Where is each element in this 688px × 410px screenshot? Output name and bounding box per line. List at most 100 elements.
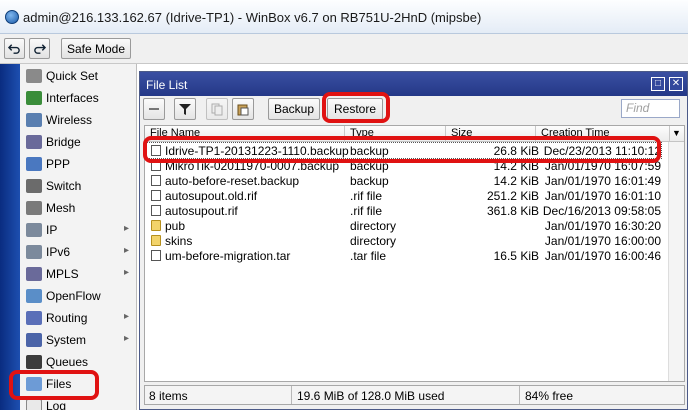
table-row[interactable]: Idrive-TP1-20131223-1110.backup backup 26.… <box>144 142 662 159</box>
backup-button[interactable]: Backup <box>268 98 320 120</box>
sidebar-item-label: Wireless <box>46 113 93 127</box>
sidebar-item-ppp[interactable]: PPP <box>20 153 137 175</box>
mpls-icon <box>26 267 42 281</box>
interfaces-icon <box>26 91 42 105</box>
status-usage: 19.6 MiB of 128.0 MiB used <box>297 389 445 403</box>
sidebar-item-label: Queues <box>46 355 89 369</box>
filter-icon <box>179 103 191 115</box>
status-bar: 8 items 19.6 MiB of 128.0 MiB used 84% f… <box>144 385 685 405</box>
folder-icon <box>151 220 161 231</box>
file-list-window: File List □ ✕ Backup Restore Find File N… <box>139 71 688 410</box>
undo-button[interactable] <box>4 38 25 59</box>
cell-name: Idrive-TP1-20131223-1110.backup <box>165 144 349 158</box>
winbox-app-icon <box>5 10 19 24</box>
log-icon <box>26 399 42 410</box>
cell-type: backup <box>350 159 389 173</box>
cell-date: Jan/01/1970 16:01:10 <box>544 189 661 203</box>
wireless-icon <box>26 113 42 127</box>
submenu-arrow-icon: ▸ <box>123 311 129 322</box>
file-icon <box>151 175 161 186</box>
sidebar-item-routing[interactable]: Routing ▸ <box>20 307 137 329</box>
cell-name: pub <box>165 219 186 233</box>
column-header-type[interactable]: Type <box>350 127 374 139</box>
file-icon <box>151 160 161 171</box>
cell-type: .tar file <box>350 249 387 263</box>
cell-size: 361.8 KiB <box>486 204 539 218</box>
sidebar-brand-strip <box>0 64 20 410</box>
sidebar-item-ip[interactable]: IP ▸ <box>20 219 137 241</box>
file-list-titlebar[interactable]: File List □ ✕ <box>140 72 687 96</box>
sidebar-item-log[interactable]: Log <box>20 395 137 410</box>
cell-size: 251.2 KiB <box>486 189 539 203</box>
table-row[interactable]: um-before-migration.tar .tar file 16.5 KiB… <box>145 248 661 263</box>
sidebar-item-wireless[interactable]: Wireless <box>20 109 137 131</box>
main-toolbar: Safe Mode <box>0 34 688 64</box>
redo-button[interactable] <box>29 38 50 59</box>
sidebar-item-label: Quick Set <box>46 69 99 83</box>
quick-set-icon <box>26 69 42 83</box>
table-row[interactable]: MikroTik-02011970-0007.backup backup 14.2 … <box>145 158 661 173</box>
cell-size: 14.2 KiB <box>493 159 539 173</box>
column-divider[interactable] <box>445 126 446 141</box>
sidebar-item-ipv6[interactable]: IPv6 ▸ <box>20 241 137 263</box>
table-row[interactable]: autosupout.old.rif .rif file 251.2 KiB Jan/… <box>145 188 661 203</box>
sidebar-item-queues[interactable]: Queues <box>20 351 137 373</box>
maximize-button[interactable]: □ <box>651 77 665 91</box>
sidebar-item-mesh[interactable]: Mesh <box>20 197 137 219</box>
sidebar-item-label: Routing <box>46 311 88 325</box>
find-input[interactable]: Find <box>621 99 680 118</box>
vertical-scrollbar[interactable] <box>668 142 684 381</box>
cell-name: autosupout.old.rif <box>165 189 258 203</box>
column-header-name[interactable]: File Name <box>150 127 200 139</box>
column-divider[interactable] <box>344 126 345 141</box>
ppp-icon <box>26 157 42 171</box>
cell-type: backup <box>350 144 389 158</box>
columns-menu-button[interactable]: ▼ <box>669 126 683 141</box>
sidebar-item-label: OpenFlow <box>46 289 101 303</box>
sidebar-item-quick-set[interactable]: Quick Set <box>20 65 137 87</box>
sidebar-item-mpls[interactable]: MPLS ▸ <box>20 263 137 285</box>
table-row[interactable]: auto-before-reset.backup backup 14.2 KiB Ja… <box>145 173 661 188</box>
paste-button[interactable] <box>232 98 254 120</box>
ip-icon <box>26 223 42 237</box>
sidebar-item-label: PPP <box>46 157 71 171</box>
column-divider[interactable] <box>535 126 536 141</box>
sidebar-item-bridge[interactable]: Bridge <box>20 131 137 153</box>
restore-button[interactable]: Restore <box>327 98 383 120</box>
sidebar-item-files[interactable]: Files <box>20 373 137 395</box>
file-icon <box>151 145 161 156</box>
sidebar-item-switch[interactable]: Switch <box>20 175 137 197</box>
sidebar-item-system[interactable]: System ▸ <box>20 329 137 351</box>
sidebar-item-label: Log <box>46 399 67 410</box>
sidebar-item-label: IP <box>46 223 58 237</box>
status-free: 84% free <box>525 389 574 403</box>
cell-date: Dec/23/2013 11:10:12 <box>543 144 661 158</box>
queues-icon <box>26 355 42 369</box>
table-row[interactable]: skins directory Jan/01/1970 16:00:00 <box>145 233 661 248</box>
cell-type: .rif file <box>350 189 383 203</box>
system-icon <box>26 333 42 347</box>
sidebar-item-label: Interfaces <box>46 91 99 105</box>
cell-type: .rif file <box>350 204 383 218</box>
sidebar-item-label: Bridge <box>46 135 81 149</box>
ipv6-icon <box>26 245 42 259</box>
sidebar-item-interfaces[interactable]: Interfaces <box>20 87 137 109</box>
undo-icon <box>8 44 20 54</box>
submenu-arrow-icon: ▸ <box>123 223 129 234</box>
sidebar-item-openflow[interactable]: OpenFlow <box>20 285 137 307</box>
filter-button[interactable] <box>174 98 196 120</box>
copy-button[interactable] <box>206 98 228 120</box>
file-icon <box>151 250 161 261</box>
cell-name: autosupout.rif <box>165 204 238 218</box>
cell-size: 14.2 KiB <box>493 174 539 188</box>
column-header-size[interactable]: Size <box>451 127 472 139</box>
cell-type: directory <box>350 219 397 233</box>
column-header-date[interactable]: Creation Time <box>541 127 609 139</box>
cell-date: Jan/01/1970 16:01:49 <box>544 174 661 188</box>
safe-mode-button[interactable]: Safe Mode <box>61 38 131 59</box>
remove-button[interactable] <box>143 98 165 120</box>
file-table: File Name Type Size Creation Time ▼ Idri… <box>144 125 685 382</box>
table-row[interactable]: pub directory Jan/01/1970 16:30:20 <box>145 218 661 233</box>
table-row[interactable]: autosupout.rif .rif file 361.8 KiB Dec/16/2… <box>145 203 661 218</box>
close-button[interactable]: ✕ <box>669 77 683 91</box>
